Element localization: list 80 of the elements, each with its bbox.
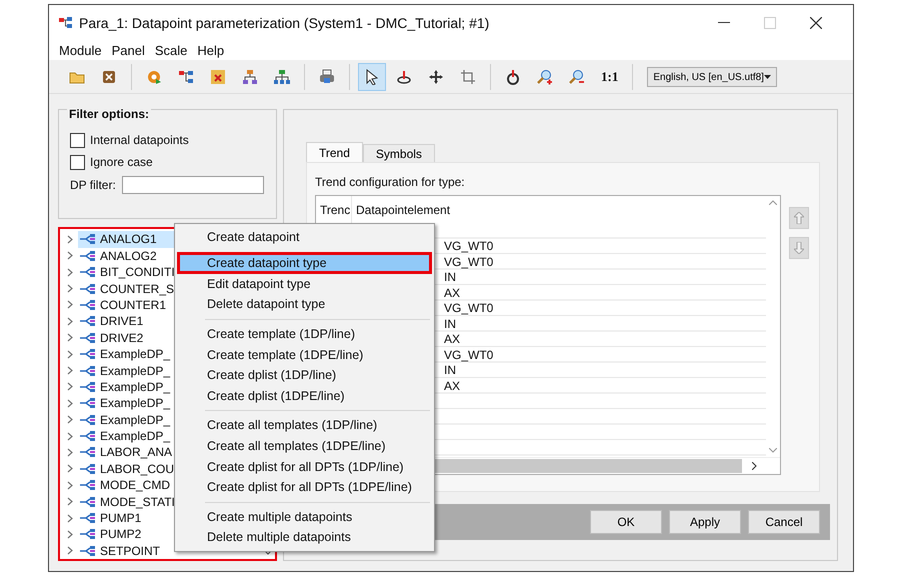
pointer-icon <box>364 69 380 86</box>
tab[interactable]: Trend <box>306 142 363 162</box>
menu-item[interactable]: Module <box>55 42 108 58</box>
table-cell: VG_WT0 <box>444 348 494 362</box>
crop-icon <box>460 69 476 86</box>
dp-filter-field[interactable] <box>122 176 264 194</box>
table-cell: IN <box>444 270 456 284</box>
table-cell: VG_WT0 <box>444 254 494 269</box>
datapoint-icon <box>80 529 96 540</box>
datapoint-icon <box>80 513 96 524</box>
close-icon <box>810 17 822 29</box>
checkbox-label: Internal datapoints <box>90 133 189 148</box>
checkbox-label: Ignore case <box>90 155 153 170</box>
menu-item[interactable]: Help <box>193 42 230 58</box>
printer-icon <box>319 69 335 86</box>
datapoint-icon <box>80 496 96 507</box>
checkbox[interactable] <box>70 132 85 148</box>
datapoint-icon <box>80 332 96 343</box>
table-cell: AX <box>444 378 460 393</box>
datapoint-icon <box>80 546 96 556</box>
caret-icon <box>764 75 772 80</box>
minimize-icon <box>718 22 730 24</box>
toolbar-button[interactable] <box>358 63 386 92</box>
datapoint-icon <box>80 300 96 310</box>
datapoint-icon <box>80 398 96 408</box>
datapoint-icon <box>80 414 96 425</box>
datapoint-icon <box>80 234 96 244</box>
datapoint-icon <box>80 366 96 376</box>
scale-button[interactable]: 1:1 <box>595 69 624 86</box>
dialog-button[interactable]: OK <box>590 510 662 534</box>
org-chart-icon <box>274 69 290 86</box>
menu-item[interactable]: Create all templates (1DPE/line) <box>177 436 432 456</box>
arrow-down-icon <box>794 242 804 254</box>
section-caption: Trend configuration for type: <box>315 175 466 190</box>
checkbox[interactable] <box>70 154 85 170</box>
table-cell: AX <box>444 286 460 300</box>
menu-item[interactable]: Create dplist for all DPTs (1DP/line) <box>177 456 432 477</box>
arrow-up-icon <box>794 212 804 224</box>
app-icon <box>59 17 73 29</box>
datapoint-icon <box>80 284 96 294</box>
scroll-up-icon[interactable] <box>769 200 777 206</box>
menu-item[interactable]: Create datapoint type <box>177 252 432 274</box>
menu-item[interactable]: Delete datapoint type <box>177 294 432 315</box>
zoom-in-icon <box>537 69 553 86</box>
language-dropdown[interactable]: English, US [en_US.utf8] <box>647 67 778 88</box>
window-title: Para_1: Datapoint parameterization (System1 - DMC_Tutorial; #1) <box>79 15 490 31</box>
datapoint-icon <box>80 464 96 474</box>
group-title: Filter options: <box>67 107 151 122</box>
datapoint-icon <box>80 447 96 458</box>
menu-item[interactable]: Scale <box>150 42 194 58</box>
hierarchy-icon <box>178 69 194 86</box>
maximize-icon <box>764 17 776 29</box>
menu-item[interactable]: Create dplist (1DPE/line) <box>177 386 432 406</box>
datapoint-icon <box>80 349 96 360</box>
menu-item[interactable]: Edit datapoint type <box>177 274 432 294</box>
column-header: Datapointelement <box>355 202 452 219</box>
org-chart-icon <box>242 69 258 86</box>
table-cell: AX <box>444 332 460 346</box>
dialog-button[interactable]: Apply <box>669 510 741 534</box>
datapoint-icon <box>80 250 96 261</box>
datapoint-icon <box>80 267 96 278</box>
datapoint-icon <box>80 316 96 326</box>
table-cell: IN <box>444 316 456 331</box>
table-cell: VG_WT0 <box>444 239 494 254</box>
menu-item[interactable]: Create template (1DPE/line) <box>177 344 432 365</box>
zoom-out-icon <box>569 69 585 86</box>
datapoint-icon <box>80 382 96 392</box>
datapoint-icon <box>80 480 96 490</box>
menu-item[interactable]: Create dplist (1DP/line) <box>177 364 432 386</box>
close-icon <box>101 69 117 86</box>
menu-item[interactable]: Create all templates (1DP/line) <box>177 415 432 436</box>
table-cell: IN <box>444 363 456 378</box>
field-label: DP filter: <box>70 178 116 192</box>
menu-item[interactable]: Panel <box>108 42 151 58</box>
datapoint-icon <box>80 431 96 442</box>
table-cell: VG_WT0 <box>444 301 494 316</box>
move-icon <box>428 69 444 86</box>
tab[interactable]: Symbols <box>362 144 435 162</box>
scroll-right-icon[interactable] <box>752 462 757 470</box>
dialog-button[interactable]: Cancel <box>748 510 820 534</box>
